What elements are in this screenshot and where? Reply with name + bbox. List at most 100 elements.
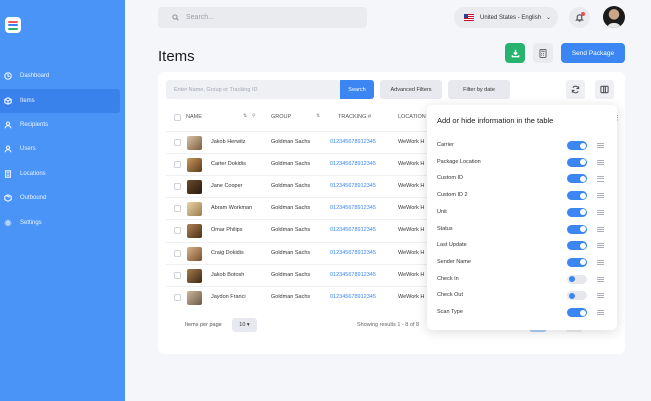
column-toggle[interactable] [567, 174, 587, 184]
sidebar-item-settings[interactable]: Settings [0, 211, 120, 235]
row-checkbox[interactable] [174, 205, 181, 212]
us-flag-icon [464, 14, 474, 21]
refresh-button[interactable] [566, 80, 585, 99]
notifications-button[interactable] [569, 7, 590, 28]
column-toggle[interactable] [567, 241, 587, 251]
drag-handle-icon[interactable] [597, 226, 604, 232]
column-header-location[interactable]: LOCATION [398, 114, 426, 120]
column-option-row[interactable]: Check Out [437, 290, 609, 302]
sidebar-item-dashboard[interactable]: Dashboard [0, 64, 120, 88]
sidebar-item-recipients[interactable]: Recipients [0, 113, 120, 137]
drag-handle-icon[interactable] [597, 276, 604, 282]
drag-handle-icon[interactable] [597, 193, 604, 199]
tracking-link[interactable]: 012345678912345 [330, 250, 376, 256]
more-options-icon[interactable]: ⋮ [614, 114, 621, 122]
row-checkbox[interactable] [174, 294, 181, 301]
drag-handle-icon[interactable] [597, 293, 604, 299]
drag-handle-icon[interactable] [597, 310, 604, 315]
sort-icon[interactable]: ⇅ [316, 113, 320, 119]
filter-input[interactable]: Enter Name, Group or Tracking ID [166, 80, 340, 99]
tracking-link[interactable]: 012345678912345 [330, 161, 376, 167]
building-icon [4, 170, 12, 178]
drag-handle-icon[interactable] [597, 143, 604, 148]
sidebar-item-locations[interactable]: Locations [0, 162, 120, 186]
row-checkbox[interactable] [174, 183, 181, 190]
search-icon[interactable]: ⚲ [252, 113, 256, 119]
column-option-row[interactable]: Check In [437, 274, 609, 286]
columns-button[interactable] [595, 80, 614, 99]
sidebar-item-outbound[interactable]: Outbound [0, 186, 120, 210]
tracking-link[interactable]: 012345678912345 [330, 294, 376, 300]
column-option-row[interactable]: Carrier [437, 140, 609, 152]
column-option-row[interactable]: Custom ID [437, 173, 609, 185]
column-option-label: Check In [437, 275, 459, 282]
item-location: WeWork H [398, 272, 425, 278]
global-search-input[interactable]: Search... [158, 7, 367, 28]
item-location: WeWork H [398, 183, 425, 189]
column-toggle[interactable] [567, 308, 587, 317]
download-button[interactable] [505, 43, 525, 63]
drag-handle-icon[interactable] [597, 259, 604, 265]
column-toggle[interactable] [567, 157, 587, 167]
tracking-link[interactable]: 012345678912345 [330, 205, 376, 211]
column-option-row[interactable]: Sender Name [437, 257, 609, 269]
advanced-filters-button[interactable]: Advanced Filters [380, 80, 442, 99]
drag-handle-icon[interactable] [597, 159, 604, 165]
search-placeholder: Search... [186, 14, 215, 21]
column-option-label: Scan Type [437, 309, 463, 315]
tracking-link[interactable]: 012345678912345 [330, 183, 376, 189]
column-option-label: Status [437, 225, 453, 232]
column-option-row[interactable]: Custom ID 2 [437, 190, 609, 202]
column-option-row[interactable]: Package Location [437, 157, 609, 169]
tracking-link[interactable]: 012345678912345 [330, 272, 376, 278]
filter-by-date-button[interactable]: Filter by date [448, 80, 510, 99]
page-title: Items [158, 48, 195, 65]
column-header-tracking[interactable]: TRACKING # [338, 114, 371, 120]
column-option-row[interactable]: Status [437, 224, 609, 236]
row-checkbox[interactable] [174, 227, 181, 234]
sidebar-item-users[interactable]: Users [0, 137, 120, 161]
app-logo[interactable] [5, 17, 21, 33]
sidebar-item-label: Items [20, 98, 35, 104]
search-icon [172, 14, 179, 21]
column-header-name[interactable]: NAME [186, 114, 202, 120]
language-selector[interactable]: United States - English ⌄ [454, 7, 558, 28]
column-header-group[interactable]: GROUP [271, 114, 291, 120]
column-toggle[interactable] [567, 257, 587, 267]
row-checkbox[interactable] [174, 250, 181, 257]
column-toggle[interactable] [567, 207, 587, 217]
item-location: WeWork H [398, 227, 425, 233]
column-option-row[interactable]: Unit [437, 207, 609, 219]
item-location: WeWork H [398, 205, 425, 211]
column-toggle[interactable] [567, 224, 587, 234]
items-per-page-select[interactable]: 10 ▾ [232, 318, 257, 332]
item-name: Jakob Botosh [211, 272, 245, 278]
item-name: Omar Philips [211, 227, 243, 233]
column-toggle[interactable] [567, 291, 587, 301]
drag-handle-icon[interactable] [597, 176, 604, 182]
drag-handle-icon[interactable] [597, 243, 604, 249]
sort-icon[interactable]: ⇅ [243, 113, 247, 119]
column-option-row[interactable]: Last Update [437, 240, 609, 252]
drag-handle-icon[interactable] [597, 209, 604, 215]
row-checkbox[interactable] [174, 272, 181, 279]
column-option-label: Sender Name [437, 258, 471, 265]
item-name: Craig Dokidis [211, 250, 244, 256]
calculator-button[interactable] [533, 43, 553, 63]
search-button[interactable]: Search [340, 80, 374, 99]
sidebar-item-items[interactable]: Items [0, 89, 120, 113]
row-checkbox[interactable] [174, 139, 181, 146]
gear-icon [4, 219, 12, 227]
column-option-label: Package Location [437, 158, 481, 165]
tracking-link[interactable]: 012345678912345 [330, 227, 376, 233]
row-checkbox[interactable] [174, 161, 181, 168]
send-package-button[interactable]: Send Package [561, 43, 625, 63]
avatar[interactable] [603, 6, 625, 28]
column-toggle[interactable] [567, 274, 587, 284]
select-all-checkbox[interactable] [174, 114, 181, 121]
item-thumbnail [187, 224, 202, 238]
column-toggle[interactable] [567, 191, 587, 201]
column-toggle[interactable] [567, 141, 587, 150]
column-option-row[interactable]: Scan Type [437, 307, 609, 319]
tracking-link[interactable]: 012345678912345 [330, 139, 376, 145]
